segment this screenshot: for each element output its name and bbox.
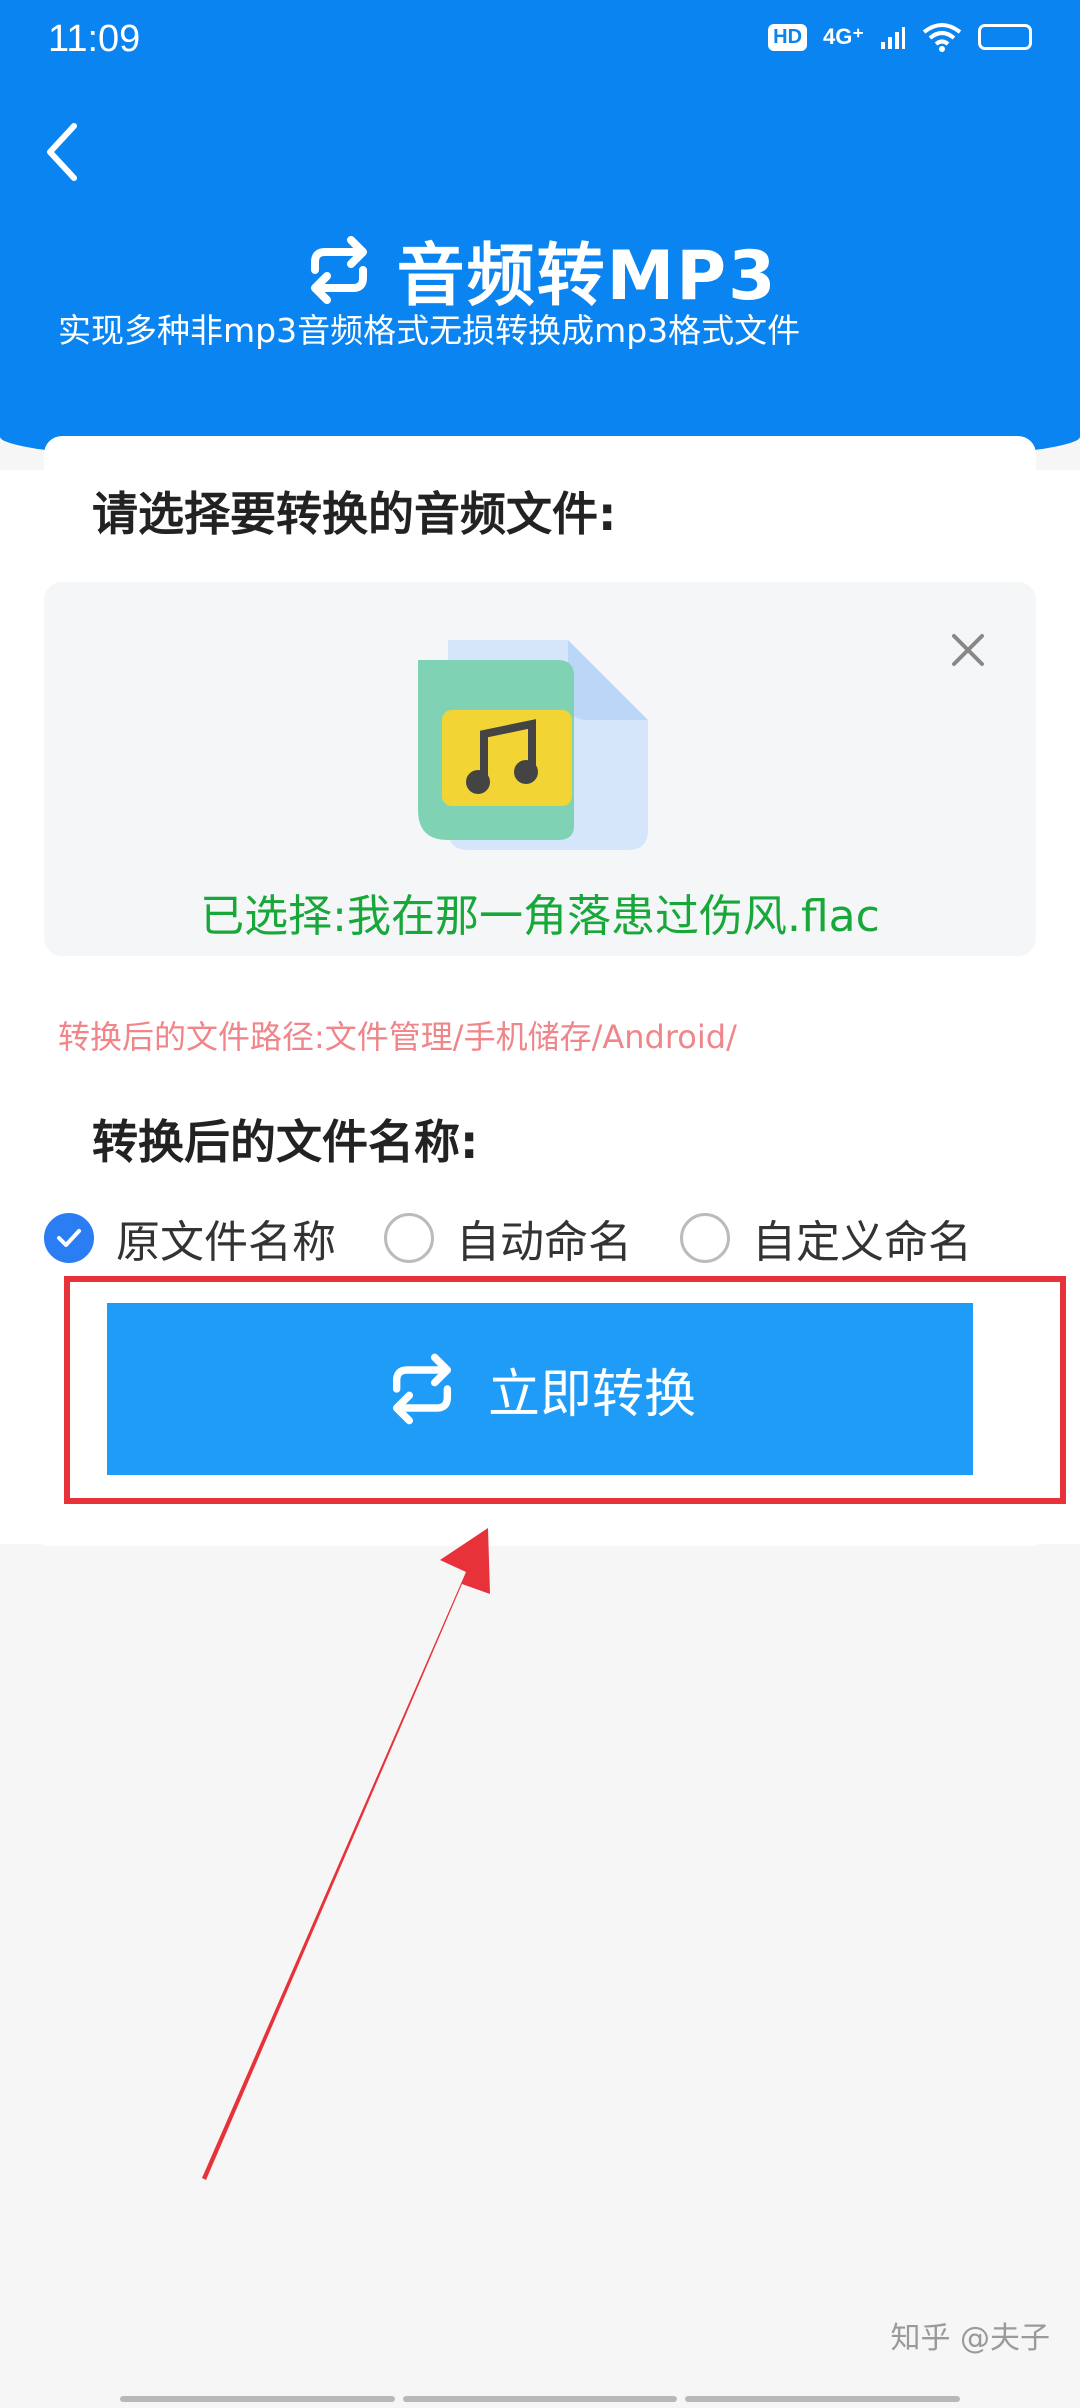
convert-icon bbox=[310, 235, 367, 304]
output-path-note: 转换后的文件路径:文件管理/手机储存/Android/ bbox=[58, 1018, 737, 1056]
battery-level: 94 bbox=[995, 27, 1015, 46]
file-section-label: 请选择要转换的音频文件: bbox=[92, 487, 617, 541]
status-icons: HD 4G⁺ 94 bbox=[768, 22, 1032, 52]
status-bar: 11:09 HD 4G⁺ 94 bbox=[0, 0, 1080, 80]
nav-segment bbox=[120, 2396, 395, 2402]
nav-segment bbox=[402, 2396, 678, 2402]
watermark: 知乎 @夫子 bbox=[890, 2321, 1050, 2356]
nav-segment bbox=[685, 2396, 961, 2402]
file-picker[interactable]: 已选择:我在那一角落患过伤风.flac bbox=[44, 582, 1036, 956]
network-type: 4G⁺ bbox=[823, 24, 864, 49]
radio-checked-icon[interactable] bbox=[44, 1213, 94, 1263]
name-section-label: 转换后的文件名称: bbox=[92, 1115, 479, 1169]
convert-now-button[interactable]: 立即转换 bbox=[107, 1303, 973, 1475]
convert-button-label: 立即转换 bbox=[487, 1364, 696, 1425]
selected-file-text: 已选择:我在那一角落患过伤风.flac bbox=[200, 891, 880, 942]
convert-icon bbox=[392, 1353, 452, 1425]
battery-icon: 94 bbox=[978, 24, 1032, 50]
check-icon bbox=[57, 1229, 81, 1247]
audio-file-icon bbox=[418, 640, 648, 850]
radio-unchecked-icon[interactable] bbox=[680, 1213, 730, 1263]
filename-options: 原文件名称 自动命名 自定义命名 bbox=[44, 1206, 1020, 1270]
navigation-bar bbox=[120, 2396, 961, 2402]
option-original-name[interactable]: 原文件名称 bbox=[44, 1206, 336, 1270]
clear-file-button[interactable] bbox=[940, 622, 996, 678]
back-button[interactable] bbox=[38, 116, 94, 188]
status-time: 11:09 bbox=[48, 18, 141, 60]
option-label: 原文件名称 bbox=[116, 1217, 336, 1268]
option-auto-name[interactable]: 自动命名 bbox=[384, 1206, 632, 1270]
option-custom-name[interactable]: 自定义命名 bbox=[680, 1206, 972, 1270]
page-subtitle: 实现多种非mp3音频格式无损转换成mp3格式文件 bbox=[58, 311, 801, 350]
close-icon bbox=[952, 634, 984, 666]
radio-unchecked-icon[interactable] bbox=[384, 1213, 434, 1263]
option-label: 自动命名 bbox=[456, 1217, 632, 1268]
option-label: 自定义命名 bbox=[752, 1217, 972, 1268]
hd-icon: HD bbox=[768, 23, 808, 51]
wifi-icon bbox=[922, 23, 962, 52]
chevron-left-icon bbox=[47, 123, 77, 181]
signal-icon bbox=[881, 27, 905, 49]
